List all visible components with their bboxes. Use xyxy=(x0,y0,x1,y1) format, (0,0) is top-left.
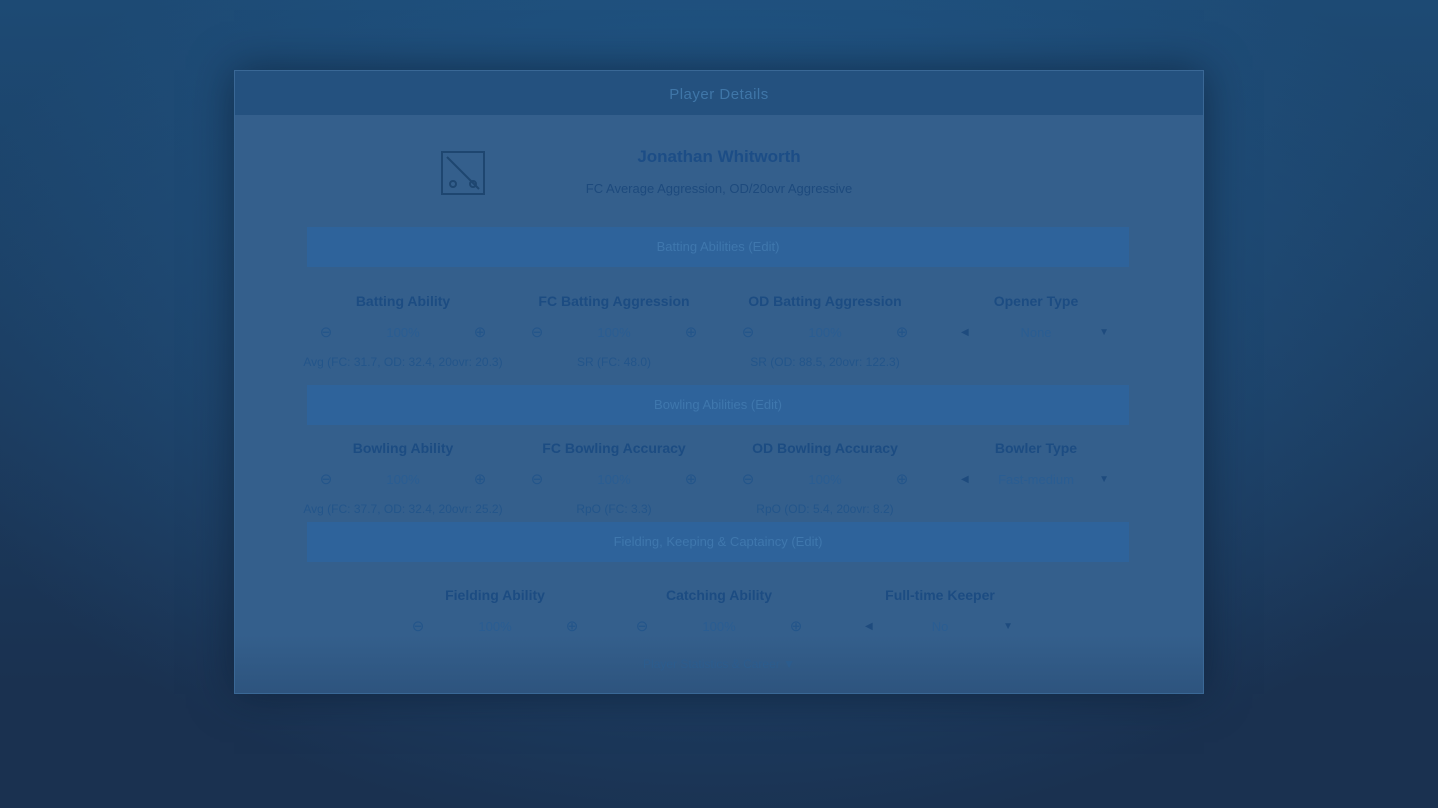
fc-bowling-accuracy-title: FC Bowling Accuracy xyxy=(542,440,686,456)
player-name: Jonathan Whitworth xyxy=(637,147,801,166)
minus-icon[interactable]: ⊖ xyxy=(740,323,756,343)
od-bowling-accuracy-stepper: ⊖ 100% ⊕ xyxy=(720,470,930,490)
opener-type-select[interactable]: ◀ None ▼ xyxy=(931,323,1141,343)
caret-left-icon: ◀ xyxy=(961,327,969,338)
bowling-ability-value: 100% xyxy=(386,472,420,487)
od-batting-aggression-column: OD Batting Aggression ⊖ 100% ⊕ SR (OD: 8… xyxy=(720,293,930,369)
fc-batting-aggression-column: FC Batting Aggression ⊖ 100% ⊕ SR (FC: 4… xyxy=(509,293,719,369)
plus-icon[interactable]: ⊕ xyxy=(472,323,488,343)
opener-type-column: Opener Type ◀ None ▼ xyxy=(931,293,1141,343)
modal-title: Player Details xyxy=(235,71,1203,115)
catching-ability-value: 100% xyxy=(702,619,736,634)
bowling-average-note: Avg (FC: 37.7, OD: 32.4, 20ovr: 25.2) xyxy=(303,502,503,516)
od-batting-aggression-title: OD Batting Aggression xyxy=(748,293,902,309)
fielding-section-header[interactable]: Fielding, Keeping & Captaincy (Edit) xyxy=(307,522,1129,562)
fielding-ability-stepper: ⊖ 100% ⊕ xyxy=(390,617,600,637)
plus-icon[interactable]: ⊕ xyxy=(894,470,910,490)
minus-icon[interactable]: ⊖ xyxy=(529,470,545,490)
plus-icon[interactable]: ⊕ xyxy=(788,617,804,637)
modal-body: Jonathan Whitworth FC Average Aggression… xyxy=(235,115,1203,693)
caret-down-icon: ▼ xyxy=(1099,327,1109,338)
catching-ability-title: Catching Ability xyxy=(665,587,773,603)
plus-icon[interactable]: ⊕ xyxy=(564,617,580,637)
bowling-ability-stepper: ⊖ 100% ⊕ xyxy=(298,470,508,490)
bowler-type-title: Bowler Type xyxy=(994,440,1078,456)
keeper-value: No xyxy=(931,619,949,634)
bowler-type-select[interactable]: ◀ Fast-medium ▼ xyxy=(931,470,1141,490)
fc-strike-rate-note: SR (FC: 48.0) xyxy=(576,355,651,369)
fielding-ability-column: Fielding Ability ⊖ 100% ⊕ xyxy=(390,587,600,637)
keeper-column: Full-time Keeper ◀ No ▼ xyxy=(835,587,1045,637)
od-bowling-accuracy-column: OD Bowling Accuracy ⊖ 100% ⊕ RpO (OD: 5.… xyxy=(720,440,930,516)
bowler-type-value: Fast-medium xyxy=(998,472,1074,487)
player-aggression-summary: FC Average Aggression, OD/20ovr Aggressi… xyxy=(585,181,853,196)
fielding-ability-value: 100% xyxy=(478,619,512,634)
fc-bowling-accuracy-value: 100% xyxy=(597,472,631,487)
minus-icon[interactable]: ⊖ xyxy=(740,470,756,490)
plus-icon[interactable]: ⊕ xyxy=(894,323,910,343)
plus-icon[interactable]: ⊕ xyxy=(472,470,488,490)
bowler-type-column: Bowler Type ◀ Fast-medium ▼ xyxy=(931,440,1141,490)
catching-ability-stepper: ⊖ 100% ⊕ xyxy=(614,617,824,637)
plus-icon[interactable]: ⊕ xyxy=(683,323,699,343)
keeper-select[interactable]: ◀ No ▼ xyxy=(835,617,1045,637)
batting-ability-column: Batting Ability ⊖ 100% ⊕ Avg (FC: 31.7, … xyxy=(298,293,508,369)
fc-batting-aggression-stepper: ⊖ 100% ⊕ xyxy=(509,323,719,343)
fc-bowling-accuracy-column: FC Bowling Accuracy ⊖ 100% ⊕ RpO (FC: 3.… xyxy=(509,440,719,516)
fc-batting-aggression-title: FC Batting Aggression xyxy=(538,293,690,309)
keeper-title: Full-time Keeper xyxy=(885,587,995,603)
fc-batting-aggression-value: 100% xyxy=(597,325,631,340)
od-batting-aggression-stepper: ⊖ 100% ⊕ xyxy=(720,323,930,343)
bowling-ability-title: Bowling Ability xyxy=(352,440,454,456)
batting-section-header[interactable]: Batting Abilities (Edit) xyxy=(307,227,1129,267)
batting-average-note: Avg (FC: 31.7, OD: 32.4, 20ovr: 20.3) xyxy=(303,355,503,369)
od-bowling-accuracy-title: OD Bowling Accuracy xyxy=(752,440,898,456)
plus-icon[interactable]: ⊕ xyxy=(683,470,699,490)
minus-icon[interactable]: ⊖ xyxy=(318,323,334,343)
minus-icon[interactable]: ⊖ xyxy=(529,323,545,343)
bowling-section-header[interactable]: Bowling Abilities (Edit) xyxy=(307,385,1129,425)
opener-type-title: Opener Type xyxy=(993,293,1079,309)
caret-down-icon: ▼ xyxy=(1003,621,1013,632)
caret-left-icon: ◀ xyxy=(865,621,873,632)
catching-ability-column: Catching Ability ⊖ 100% ⊕ xyxy=(614,587,824,637)
fc-bowling-accuracy-stepper: ⊖ 100% ⊕ xyxy=(509,470,719,490)
opener-type-value: None xyxy=(1020,325,1052,340)
minus-icon[interactable]: ⊖ xyxy=(410,617,426,637)
batting-ability-value: 100% xyxy=(386,325,420,340)
minus-icon[interactable]: ⊖ xyxy=(634,617,650,637)
od-strike-rate-note: SR (OD: 88.5, 20ovr: 122.3) xyxy=(750,355,900,369)
caret-down-icon: ▼ xyxy=(1099,474,1109,485)
caret-left-icon: ◀ xyxy=(961,474,969,485)
player-details-modal: Player Details Jonathan Whitworth FC Ave… xyxy=(234,70,1204,694)
player-statistics-link[interactable]: Player Statistics & Career ▼ xyxy=(235,657,1203,671)
fc-economy-note: RpO (FC: 3.3) xyxy=(576,502,652,516)
batting-ability-title: Batting Ability xyxy=(355,293,451,309)
fielding-ability-title: Fielding Ability xyxy=(445,587,545,603)
od-batting-aggression-value: 100% xyxy=(808,325,842,340)
od-bowling-accuracy-value: 100% xyxy=(808,472,842,487)
od-economy-note: RpO (OD: 5.4, 20ovr: 8.2) xyxy=(756,502,894,516)
batting-ability-stepper: ⊖ 100% ⊕ xyxy=(298,323,508,343)
bowling-ability-column: Bowling Ability ⊖ 100% ⊕ Avg (FC: 37.7, … xyxy=(298,440,508,516)
minus-icon[interactable]: ⊖ xyxy=(318,470,334,490)
